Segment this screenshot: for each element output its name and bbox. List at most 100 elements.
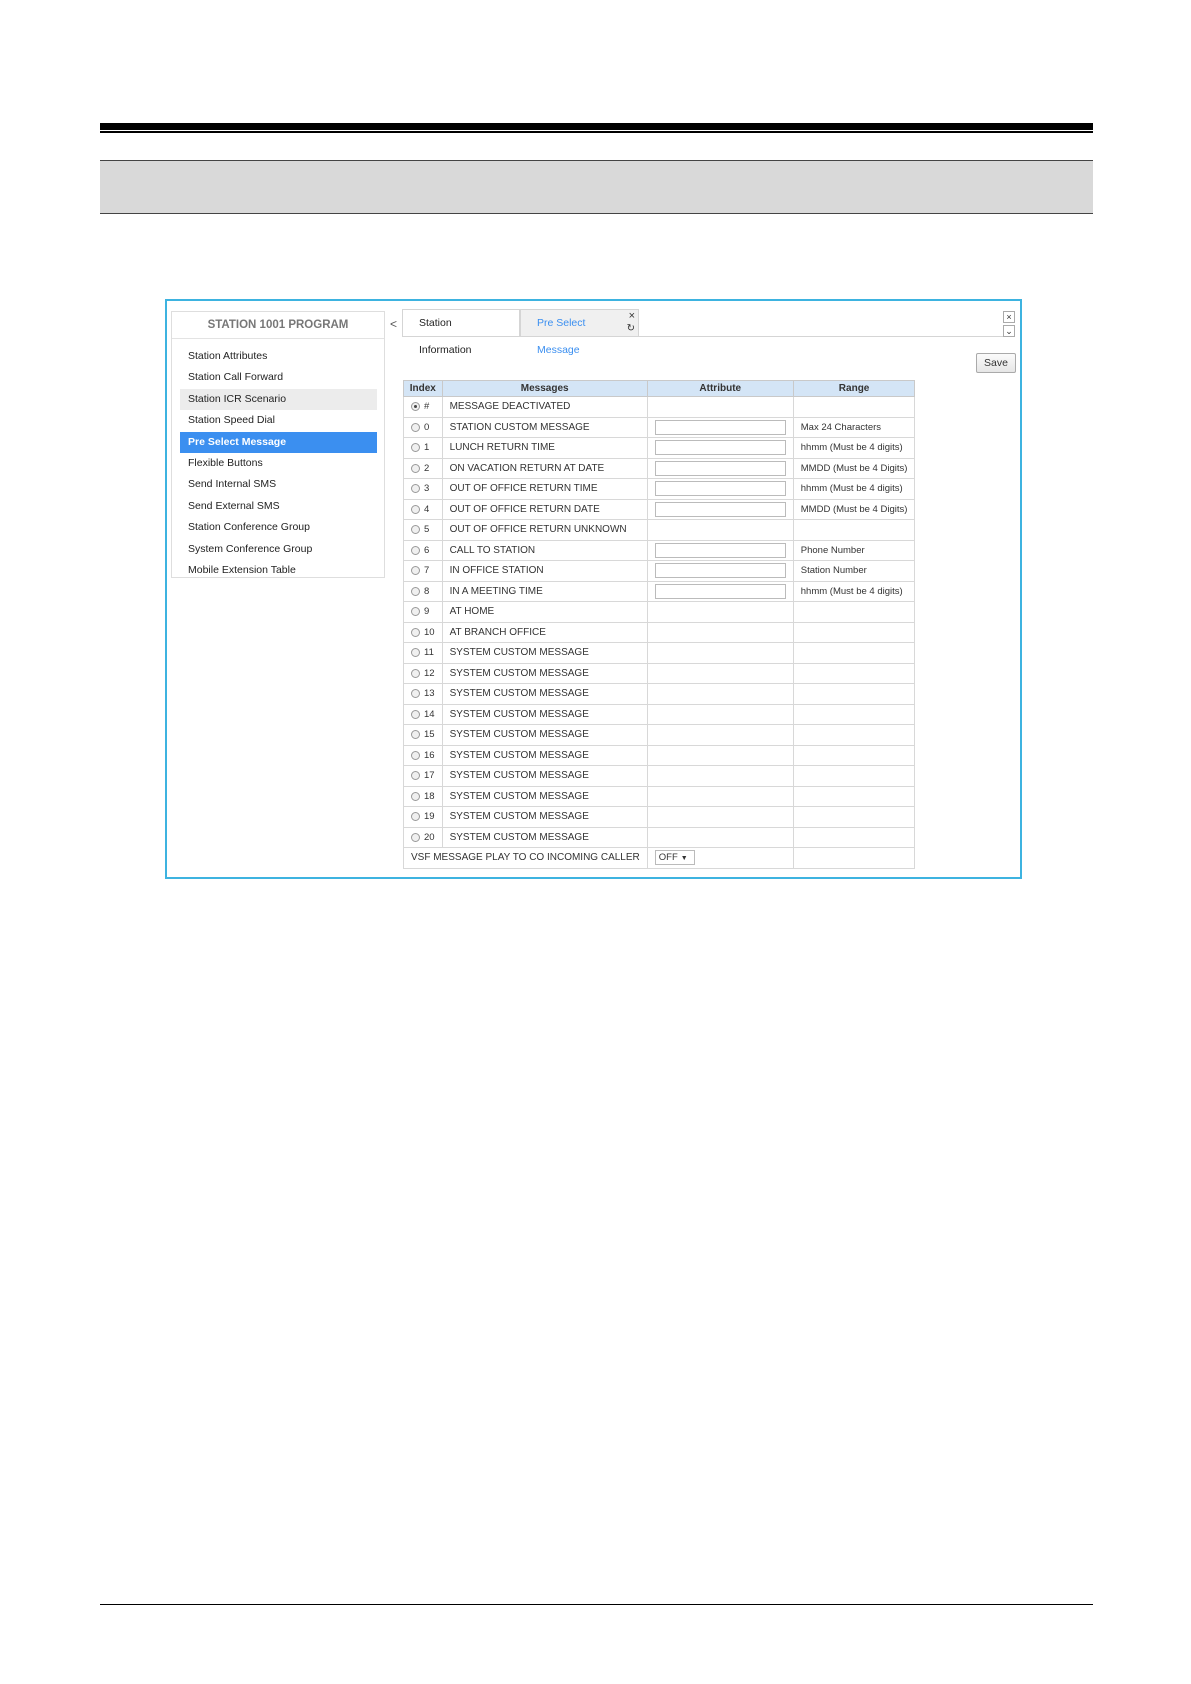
attribute-cell xyxy=(646,416,794,438)
index-cell: 11 xyxy=(403,642,443,664)
vsf-select[interactable]: OFF ▼ xyxy=(654,850,695,866)
index-cell: 0 xyxy=(403,416,443,438)
table-row: 10 AT BRANCH OFFICE xyxy=(403,621,916,643)
message-radio[interactable] xyxy=(411,771,420,781)
message-cell: SYSTEM CUSTOM MESSAGE xyxy=(441,683,648,705)
message-radio[interactable] xyxy=(411,730,420,740)
message-cell: ON VACATION RETURN AT DATE xyxy=(441,457,648,479)
index-cell: 7 xyxy=(403,560,443,582)
attribute-input[interactable] xyxy=(654,460,786,476)
vsf-row: VSF MESSAGE PLAY TO CO INCOMING CALLER O… xyxy=(403,847,916,869)
message-radio[interactable] xyxy=(411,668,420,678)
message-radio[interactable] xyxy=(411,443,420,453)
message-radio[interactable] xyxy=(411,709,420,719)
sidebar-item-mobile-extension-table[interactable]: Mobile Extension Table xyxy=(180,560,377,581)
attribute-input[interactable] xyxy=(654,419,786,435)
index-cell: 5 xyxy=(403,519,443,541)
sidebar-list: Station Attributes Station Call Forward … xyxy=(172,339,384,581)
message-cell: SYSTEM CUSTOM MESSAGE xyxy=(441,744,648,766)
range-cell xyxy=(792,806,916,828)
table-row: 13 SYSTEM CUSTOM MESSAGE xyxy=(403,683,916,705)
vsf-label: VSF MESSAGE PLAY TO CO INCOMING CALLER xyxy=(403,847,648,869)
vsf-attribute-cell: OFF ▼ xyxy=(646,847,794,869)
table-row: 8 IN A MEETING TIME hhmm (Must be 4 digits… xyxy=(403,580,916,602)
message-radio[interactable] xyxy=(411,607,420,617)
index-label: 15 xyxy=(424,729,435,741)
table-row: 7 IN OFFICE STATION Station Number xyxy=(403,560,916,582)
range-cell: hhmm (Must be 4 digits) xyxy=(792,478,916,500)
range-cell: hhmm (Must be 4 digits) xyxy=(792,580,916,602)
index-cell: 19 xyxy=(403,806,443,828)
range-cell: Phone Number xyxy=(792,539,916,561)
sidebar-item-station-attributes[interactable]: Station Attributes xyxy=(180,346,377,367)
attribute-cell xyxy=(646,662,794,684)
tab-pre-select-message[interactable]: Pre Select Message × ↻ xyxy=(520,309,639,356)
message-radio[interactable] xyxy=(411,648,420,658)
range-cell xyxy=(792,785,916,807)
attribute-input[interactable] xyxy=(654,583,786,599)
message-radio[interactable] xyxy=(411,422,420,432)
save-button[interactable]: Save xyxy=(976,353,1016,373)
index-label: 2 xyxy=(424,462,430,474)
message-cell: SYSTEM CUSTOM MESSAGE xyxy=(441,765,648,787)
message-cell: STATION CUSTOM MESSAGE xyxy=(441,416,648,438)
tab-station-information[interactable]: Station Information xyxy=(402,309,520,356)
sidebar-item-flexible-buttons[interactable]: Flexible Buttons xyxy=(180,453,377,474)
range-cell xyxy=(792,519,916,541)
sidebar-item-send-internal-sms[interactable]: Send Internal SMS xyxy=(180,474,377,495)
message-radio[interactable] xyxy=(411,484,420,494)
message-radio[interactable] xyxy=(411,402,420,412)
message-cell: SYSTEM CUSTOM MESSAGE xyxy=(441,826,648,848)
column-header-range: Range xyxy=(792,380,916,397)
sidebar-item-station-conference-group[interactable]: Station Conference Group xyxy=(180,517,377,538)
index-label: 1 xyxy=(424,442,430,454)
attribute-input[interactable] xyxy=(654,563,786,579)
index-label: 14 xyxy=(424,708,435,720)
chevron-down-icon[interactable]: ⌄ xyxy=(1003,325,1015,337)
table-row: 14 SYSTEM CUSTOM MESSAGE xyxy=(403,703,916,725)
range-cell xyxy=(792,765,916,787)
message-cell: SYSTEM CUSTOM MESSAGE xyxy=(441,703,648,725)
index-label: 4 xyxy=(424,503,430,515)
attribute-cell xyxy=(646,457,794,479)
refresh-icon[interactable]: ↻ xyxy=(627,315,635,342)
message-radio[interactable] xyxy=(411,750,420,760)
message-radio[interactable] xyxy=(411,689,420,699)
sidebar-item-station-call-forward[interactable]: Station Call Forward xyxy=(180,367,377,388)
sidebar-item-pre-select-message[interactable]: Pre Select Message xyxy=(180,431,377,453)
table-row: 0 STATION CUSTOM MESSAGE Max 24 Characters xyxy=(403,416,916,438)
sidebar-item-system-conference-group[interactable]: System Conference Group xyxy=(180,539,377,560)
table-row: 16 SYSTEM CUSTOM MESSAGE xyxy=(403,744,916,766)
sidebar-item-station-icr-scenario[interactable]: Station ICR Scenario xyxy=(180,388,377,411)
table-row: 12 SYSTEM CUSTOM MESSAGE xyxy=(403,662,916,684)
screenshot-frame: STATION 1001 PROGRAM Station Attributes … xyxy=(165,299,1022,879)
message-radio[interactable] xyxy=(411,791,420,801)
tab-divider xyxy=(402,336,1014,337)
message-radio[interactable] xyxy=(411,812,420,822)
range-cell xyxy=(792,621,916,643)
window-close-icon[interactable]: × xyxy=(1003,311,1015,323)
attribute-cell xyxy=(646,826,794,848)
header-rule-thin xyxy=(100,131,1093,133)
sidebar-item-station-speed-dial[interactable]: Station Speed Dial xyxy=(180,410,377,431)
attribute-input[interactable] xyxy=(654,501,786,517)
message-radio[interactable] xyxy=(411,545,420,555)
index-cell: 16 xyxy=(403,744,443,766)
sidebar-item-send-external-sms[interactable]: Send External SMS xyxy=(180,496,377,517)
attribute-input[interactable] xyxy=(654,481,786,497)
attribute-cell xyxy=(646,601,794,623)
message-cell: LUNCH RETURN TIME xyxy=(441,437,648,459)
index-label: 20 xyxy=(424,831,435,843)
message-radio[interactable] xyxy=(411,463,420,473)
message-radio[interactable] xyxy=(411,627,420,637)
chevron-left-icon[interactable]: < xyxy=(390,317,397,331)
message-radio[interactable] xyxy=(411,525,420,535)
message-radio[interactable] xyxy=(411,504,420,514)
message-cell: AT BRANCH OFFICE xyxy=(441,621,648,643)
message-radio[interactable] xyxy=(411,566,420,576)
attribute-input[interactable] xyxy=(654,440,786,456)
index-label: 19 xyxy=(424,811,435,823)
message-radio[interactable] xyxy=(411,586,420,596)
message-radio[interactable] xyxy=(411,832,420,842)
attribute-input[interactable] xyxy=(654,542,786,558)
